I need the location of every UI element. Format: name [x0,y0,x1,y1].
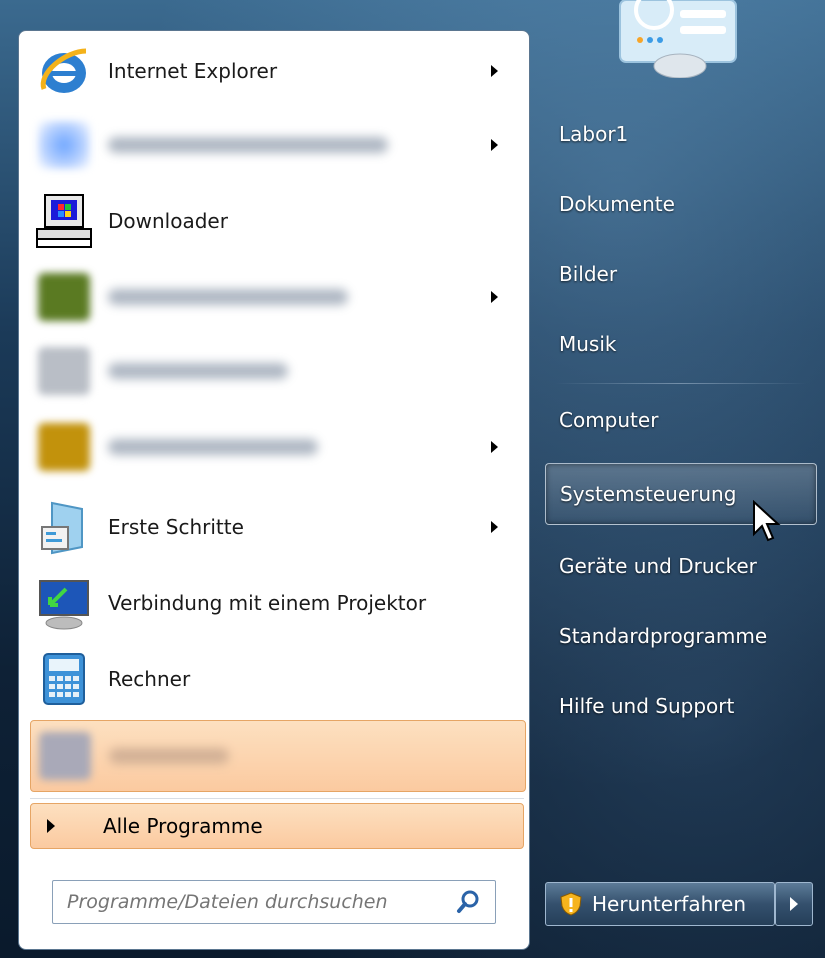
blurred-program-label [108,289,348,305]
link-musik[interactable]: Musik [545,318,815,370]
search-icon[interactable] [455,889,481,915]
program-label: Verbindung mit einem Projektor [108,591,427,615]
search-field[interactable] [52,880,496,924]
chevron-right-icon [790,897,798,911]
separator [30,798,524,799]
blurred-program-label [108,439,318,455]
shutdown-button[interactable]: Herunterfahren [545,882,775,926]
program-label: Rechner [108,667,191,691]
blurred-app-icon [34,419,94,475]
link-label: Dokumente [559,192,675,216]
shutdown-options-button[interactable] [775,882,813,926]
submenu-arrow-icon [491,291,498,303]
link-label: Labor1 [559,122,629,146]
link-label: Computer [559,408,659,432]
blurred-app-icon [35,728,95,784]
blurred-program-label [108,137,388,153]
projector-icon [34,575,94,631]
blurred-app-icon [34,269,94,325]
link-labor1[interactable]: Labor1 [545,108,815,160]
submenu-arrow-icon [491,139,498,151]
link-label: Standardprogramme [559,624,768,648]
expand-arrow-icon [47,819,55,833]
program-label: Downloader [108,209,228,233]
all-programs-label: Alle Programme [103,814,263,838]
blurred-app-icon [34,343,94,399]
program-item-blurred[interactable] [30,414,524,480]
link-standardprogramme[interactable]: Standardprogramme [545,610,815,662]
program-label: Internet Explorer [108,59,278,83]
downloader-icon [34,193,94,249]
blurred-app-icon [34,117,94,173]
internet-explorer-icon [34,43,94,99]
all-programs-button[interactable]: Alle Programme [30,803,524,849]
getting-started-icon [34,499,94,555]
link-label: Hilfe und Support [559,694,735,718]
link-label: Geräte und Drucker [559,554,757,578]
shutdown-label: Herunterfahren [592,892,747,916]
submenu-arrow-icon [491,441,498,453]
submenu-arrow-icon [491,521,498,533]
blurred-program-label [109,748,229,764]
shield-icon [560,892,582,916]
program-item-downloader[interactable]: Downloader [30,188,524,254]
link-computer[interactable]: Computer [545,394,815,446]
link-geraete-und-drucker[interactable]: Geräte und Drucker [545,540,815,592]
link-label: Bilder [559,262,618,286]
program-item-blurred[interactable] [30,264,524,330]
program-item-projektor[interactable]: Verbindung mit einem Projektor [30,570,524,636]
program-item-blurred[interactable] [30,112,524,178]
program-item-blurred[interactable] [30,338,524,404]
mouse-cursor-icon [753,500,781,542]
link-label: Musik [559,332,617,356]
program-item-rechner[interactable]: Rechner [30,646,524,712]
program-item-internet-explorer[interactable]: Internet Explorer [30,38,524,104]
link-label: Systemsteuerung [560,482,737,506]
calculator-icon [34,651,94,707]
link-hilfe-und-support[interactable]: Hilfe und Support [545,680,815,732]
user-picture-icon[interactable] [616,0,740,78]
program-item-erste-schritte[interactable]: Erste Schritte [30,494,524,560]
program-item-blurred-highlighted[interactable] [30,720,526,792]
search-input[interactable] [65,890,449,914]
link-dokumente[interactable]: Dokumente [545,178,815,230]
link-bilder[interactable]: Bilder [545,248,815,300]
right-separator [555,383,807,384]
blurred-program-label [108,363,288,379]
program-label: Erste Schritte [108,515,244,539]
submenu-arrow-icon [491,65,498,77]
